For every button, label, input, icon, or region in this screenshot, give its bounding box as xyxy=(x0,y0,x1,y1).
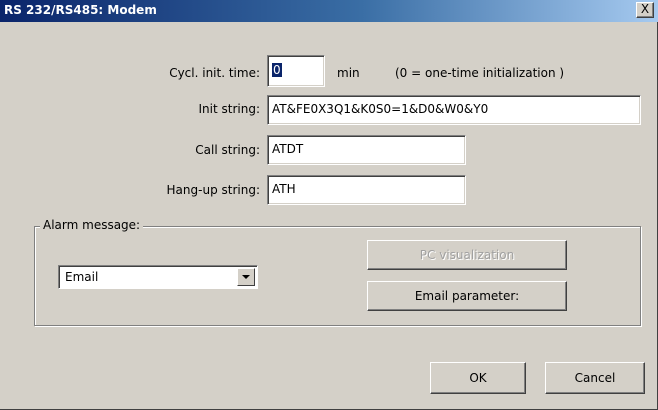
alarm-type-select[interactable]: Email xyxy=(58,265,258,289)
cycl-init-time-input[interactable]: 0 xyxy=(267,55,325,87)
cycl-init-time-value: 0 xyxy=(272,63,282,77)
cycl-init-time-unit: min xyxy=(337,66,360,80)
hangup-string-label: Hang-up string: xyxy=(166,183,260,197)
pc-visualization-button[interactable]: PC visualization xyxy=(367,240,567,270)
call-string-input[interactable]: ATDT xyxy=(267,135,466,165)
ok-button[interactable]: OK xyxy=(430,362,526,394)
cycl-init-time-note: (0 = one-time initialization ) xyxy=(395,66,565,80)
close-icon[interactable]: X xyxy=(636,2,654,18)
cycl-init-time-label: Cycl. init. time: xyxy=(169,66,260,80)
modem-dialog: RS 232/RS485: Modem X Cycl. init. time: … xyxy=(0,0,658,410)
window-title: RS 232/RS485: Modem xyxy=(4,3,157,17)
cancel-button[interactable]: Cancel xyxy=(545,362,645,394)
call-string-label: Call string: xyxy=(195,143,260,157)
alarm-message-legend: Alarm message: xyxy=(40,218,144,232)
hangup-string-input[interactable]: ATH xyxy=(267,175,466,205)
alarm-type-selected: Email xyxy=(65,270,99,284)
init-string-input[interactable]: AT&FE0X3Q1&K0S0=1&D0&W0&Y0 xyxy=(267,95,641,125)
init-string-label: Init string: xyxy=(198,102,261,116)
title-bar[interactable]: RS 232/RS485: Modem X xyxy=(0,0,658,22)
chevron-down-icon[interactable] xyxy=(237,268,255,286)
email-parameter-button[interactable]: Email parameter: xyxy=(367,281,567,311)
